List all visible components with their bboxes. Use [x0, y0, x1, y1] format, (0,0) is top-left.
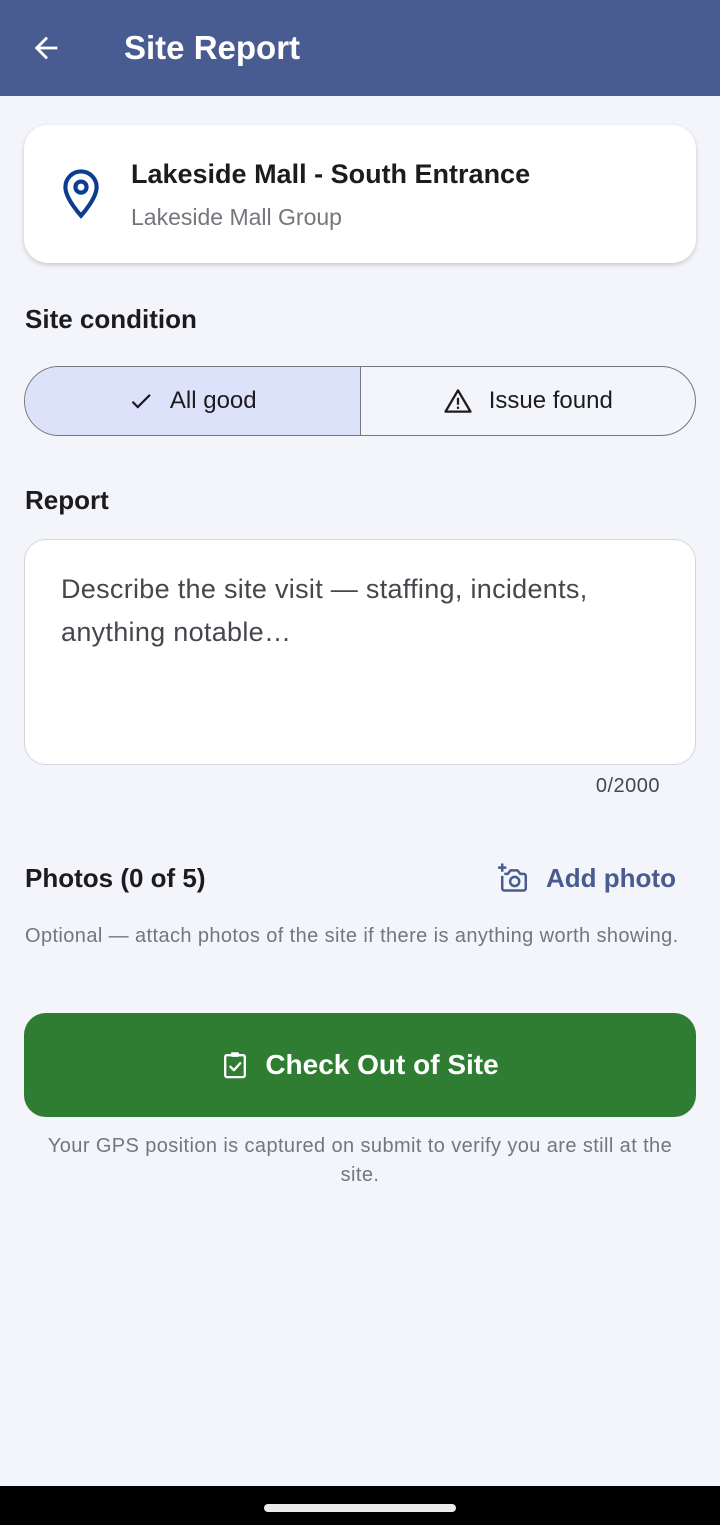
site-condition-label: Site condition — [25, 304, 197, 334]
arrow-left-icon — [34, 36, 58, 60]
condition-issue-found-button[interactable]: Issue found — [359, 367, 696, 435]
check-icon — [131, 394, 151, 409]
gps-note: Your GPS position is captured on submit … — [47, 1135, 673, 1186]
clipboard-check-icon — [224, 1052, 247, 1079]
report-label: Report — [25, 485, 109, 515]
condition-issue-found-label: Issue found — [488, 387, 613, 414]
photos-label: Photos (0 of 5) — [25, 863, 206, 893]
home-gesture-handle[interactable] — [264, 1504, 456, 1512]
check-out-label: Check Out of Site — [265, 1049, 499, 1080]
report-char-count: 0/2000 — [595, 775, 660, 797]
check-out-button[interactable]: Check Out of Site — [24, 1013, 696, 1117]
site-card — [24, 125, 696, 263]
site-organization: Lakeside Mall Group — [131, 204, 342, 230]
condition-all-good-button[interactable]: All good — [25, 367, 360, 435]
location-pin-icon — [63, 169, 99, 219]
page-title: Site Report — [124, 29, 301, 66]
photos-hint: Optional — attach photos of the site if … — [25, 925, 679, 947]
site-name: Lakeside Mall - South Entrance — [131, 159, 531, 189]
back-button[interactable] — [18, 22, 74, 74]
report-input[interactable] — [24, 539, 696, 765]
site-condition-toggle: All good Issue found — [24, 366, 696, 436]
add-photo-button[interactable]: Add photo — [496, 858, 676, 898]
warning-icon — [444, 389, 472, 413]
add-photo-label: Add photo — [546, 862, 676, 893]
app-bar: Site Report — [0, 0, 720, 96]
add-camera-icon — [498, 863, 528, 892]
condition-all-good-label: All good — [169, 387, 257, 414]
